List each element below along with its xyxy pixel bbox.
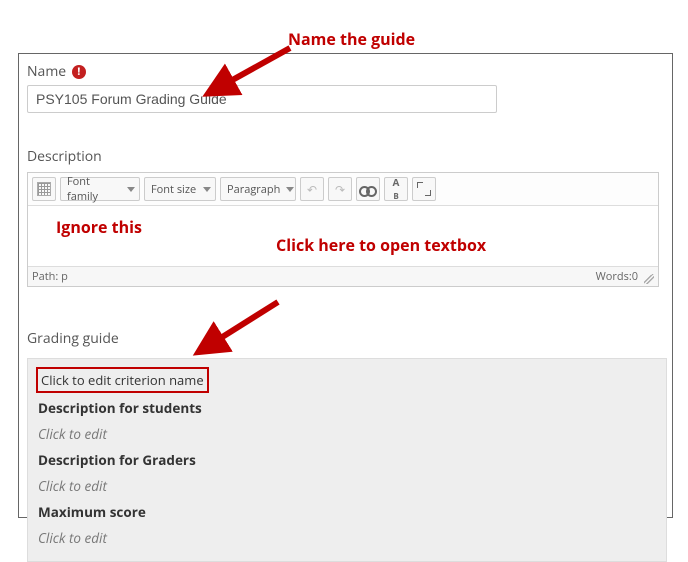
font-family-select[interactable]: Font family [60, 177, 140, 201]
description-label: Description [27, 147, 664, 166]
chevron-down-icon [286, 187, 294, 192]
grading-guide-label: Grading guide [27, 329, 664, 348]
criterion-panel: Click to edit criterion name Description… [27, 358, 667, 562]
name-input[interactable] [27, 85, 497, 113]
annotation-click-open: Click here to open textbox [276, 234, 486, 256]
name-label-text: Name [27, 62, 66, 81]
max-score-field[interactable]: Click to edit [38, 529, 656, 547]
undo-button[interactable]: ↶ [300, 177, 324, 201]
expand-icon [417, 182, 431, 196]
desc-students-field[interactable]: Click to edit [38, 425, 656, 443]
required-icon: ! [72, 65, 86, 79]
desc-graders-label: Description for Graders [38, 451, 656, 469]
desc-students-label: Description for students [38, 399, 656, 417]
find-replace-icon: AB [393, 177, 400, 201]
grid-icon [37, 182, 51, 196]
paragraph-select[interactable]: Paragraph [220, 177, 296, 201]
font-size-select[interactable]: Font size [144, 177, 216, 201]
editor-word-count: Words:0 [596, 269, 638, 284]
max-score-label: Maximum score [38, 503, 656, 521]
resize-grip-icon[interactable] [644, 274, 654, 284]
redo-icon: ↷ [335, 181, 345, 198]
font-size-label: Font size [151, 182, 196, 197]
criterion-name-field[interactable]: Click to edit criterion name [38, 369, 207, 391]
rich-text-editor: Font family Font size Paragraph ↶ ↷ AB I… [27, 172, 659, 287]
fullscreen-button[interactable] [412, 177, 436, 201]
editor-status-bar: Path: p Words:0 [28, 266, 658, 286]
annotation-name-guide: Name the guide [288, 28, 415, 50]
font-family-label: Font family [67, 174, 121, 204]
chevron-down-icon [203, 187, 211, 192]
find-button[interactable] [356, 177, 380, 201]
paragraph-label: Paragraph [227, 182, 280, 197]
find-replace-button[interactable]: AB [384, 177, 408, 201]
toolbar-toggle-button[interactable] [32, 177, 56, 201]
undo-icon: ↶ [307, 181, 317, 198]
binoculars-icon [360, 182, 376, 196]
editor-toolbar: Font family Font size Paragraph ↶ ↷ AB [28, 173, 658, 206]
editor-path: Path: p [32, 269, 68, 284]
form-panel: Name ! Description Font family Font size… [18, 53, 673, 518]
desc-graders-field[interactable]: Click to edit [38, 477, 656, 495]
chevron-down-icon [127, 187, 135, 192]
name-label: Name ! [27, 62, 664, 81]
redo-button[interactable]: ↷ [328, 177, 352, 201]
